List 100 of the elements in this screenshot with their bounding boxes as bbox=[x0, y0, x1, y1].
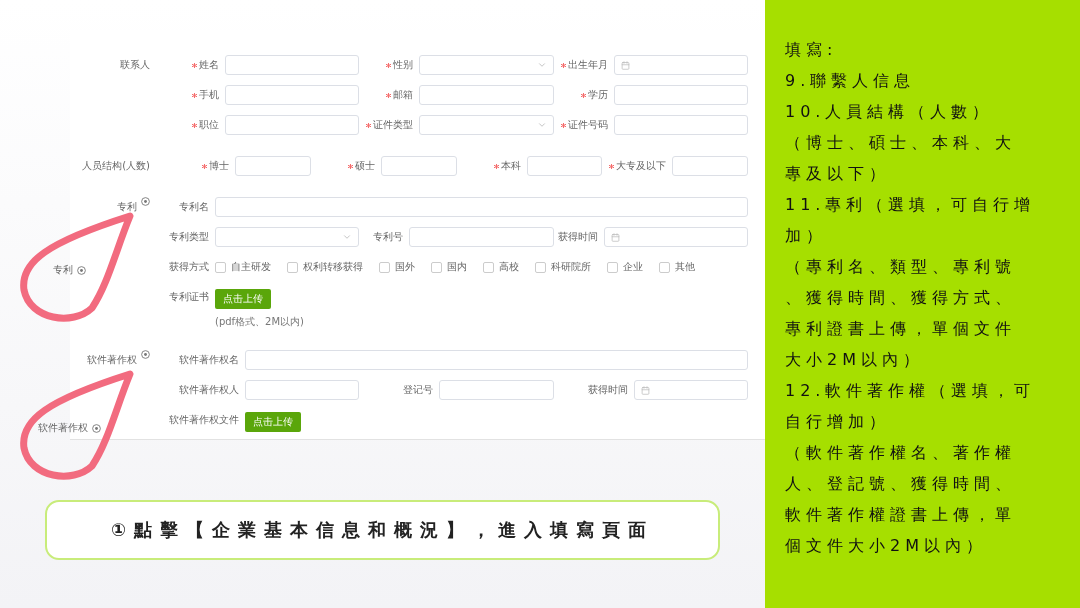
required-mark-icon bbox=[366, 122, 372, 128]
calendar-icon bbox=[620, 60, 630, 70]
select-field[interactable] bbox=[419, 55, 554, 75]
note-line: 填寫: bbox=[785, 39, 839, 61]
circle-dot-icon[interactable] bbox=[141, 197, 150, 206]
checkbox-label: 企业 bbox=[623, 260, 643, 274]
field-label: 专利类型 bbox=[169, 230, 209, 244]
field-label: 博士 bbox=[209, 159, 229, 173]
field-label: 软件著作权名 bbox=[179, 353, 239, 367]
note-line: 9.聯繫人信息 bbox=[785, 70, 917, 92]
field-label: 证件号码 bbox=[567, 118, 608, 132]
checkbox[interactable] bbox=[535, 261, 546, 273]
field-label: 软件著作权人 bbox=[179, 383, 239, 397]
chevron-down-icon bbox=[536, 60, 547, 70]
section-label: 专利 bbox=[117, 200, 137, 214]
required-mark-icon bbox=[609, 163, 615, 169]
chevron-down-icon bbox=[536, 120, 547, 130]
text-field[interactable] bbox=[613, 85, 748, 105]
text-field[interactable] bbox=[613, 115, 748, 135]
checkbox[interactable] bbox=[287, 261, 298, 273]
date-field[interactable] bbox=[603, 227, 748, 247]
instruction-banner: ①點擊【企業基本信息和概況】，進入填寫頁面 bbox=[45, 500, 720, 560]
required-mark-icon bbox=[192, 92, 197, 98]
field-label: 登记号 bbox=[403, 383, 434, 397]
text-field[interactable] bbox=[225, 85, 360, 105]
required-mark-icon bbox=[560, 62, 566, 68]
field-label: 获得时间 bbox=[557, 230, 598, 244]
checkbox-label: 自主研发 bbox=[231, 260, 271, 274]
calendar-icon bbox=[640, 385, 650, 395]
field-label: 软件著作权文件 bbox=[169, 413, 239, 427]
text-field[interactable] bbox=[380, 156, 457, 176]
field-label: 证件类型 bbox=[373, 118, 414, 132]
checkbox[interactable] bbox=[215, 261, 226, 273]
field-label: 专利号 bbox=[373, 230, 404, 244]
date-field[interactable] bbox=[613, 55, 748, 75]
field-label: 手机 bbox=[199, 88, 219, 102]
note-line: （專利名、類型、專利號 bbox=[785, 256, 1017, 278]
circle-dot-icon[interactable] bbox=[141, 350, 150, 359]
section-label: 软件著作权 bbox=[87, 353, 137, 367]
callout-label: 软件著作权 bbox=[37, 421, 88, 435]
text-field[interactable] bbox=[215, 197, 748, 217]
note-line: 、獲得時間、獲得方式、 bbox=[785, 287, 1017, 309]
upload-button[interactable]: 点击上传 bbox=[245, 412, 301, 432]
field-label: 本科 bbox=[500, 159, 521, 173]
format-hint: (pdf格式、2M以内) bbox=[215, 315, 304, 329]
note-line: 個文件大小2M以內） bbox=[785, 535, 988, 557]
required-mark-icon bbox=[347, 163, 353, 169]
text-field[interactable] bbox=[245, 350, 748, 370]
required-mark-icon bbox=[386, 92, 392, 98]
date-field[interactable] bbox=[633, 380, 748, 400]
note-line: 軟件著作權證書上傳，單 bbox=[785, 504, 1017, 526]
text-field[interactable] bbox=[409, 227, 554, 247]
checkbox[interactable] bbox=[379, 261, 390, 273]
select-field[interactable] bbox=[419, 115, 554, 135]
note-line: 專及以下） bbox=[785, 163, 891, 185]
field-label: 学历 bbox=[587, 88, 608, 102]
text-field[interactable] bbox=[526, 156, 603, 176]
checkbox-label: 国内 bbox=[447, 260, 467, 274]
text-field[interactable] bbox=[439, 380, 554, 400]
field-label: 硕士 bbox=[354, 159, 375, 173]
text-field[interactable] bbox=[419, 85, 554, 105]
note-line: （博士、碩士、本科、大 bbox=[785, 132, 1017, 154]
checkbox[interactable] bbox=[431, 261, 442, 273]
checkbox[interactable] bbox=[483, 261, 494, 273]
text-field[interactable] bbox=[672, 156, 748, 176]
field-label: 出生年月 bbox=[567, 58, 608, 72]
section-label: 人员结构(人数) bbox=[82, 159, 150, 173]
circle-dot-icon[interactable] bbox=[91, 423, 101, 433]
required-mark-icon bbox=[386, 62, 392, 68]
circle-dot-icon[interactable] bbox=[76, 265, 86, 275]
note-line: 加） bbox=[785, 225, 828, 247]
text-field[interactable] bbox=[245, 380, 360, 400]
checkbox[interactable] bbox=[659, 261, 670, 273]
field-label: 专利名 bbox=[179, 200, 209, 214]
select-field[interactable] bbox=[215, 227, 360, 247]
field-label: 性别 bbox=[393, 58, 414, 72]
text-field[interactable] bbox=[235, 156, 311, 176]
required-mark-icon bbox=[192, 122, 197, 128]
note-line: 人、登記號、獲得時間、 bbox=[785, 473, 1017, 495]
checkbox-label: 科研院所 bbox=[551, 260, 591, 274]
note-line: 10.人員結構（人數） bbox=[785, 101, 995, 123]
required-mark-icon bbox=[560, 122, 566, 128]
required-mark-icon bbox=[493, 163, 499, 169]
field-label: 获得时间 bbox=[587, 383, 628, 397]
upload-button[interactable]: 点击上传 bbox=[215, 289, 271, 309]
checkbox-label: 权利转移获得 bbox=[303, 260, 363, 274]
text-field[interactable] bbox=[225, 55, 360, 75]
note-line: （軟件著作權名、著作權 bbox=[785, 442, 1017, 464]
checkbox-label: 国外 bbox=[395, 260, 415, 274]
note-line: 專利證書上傳，單個文件 bbox=[785, 318, 1017, 340]
checkbox[interactable] bbox=[607, 261, 618, 273]
field-label: 职位 bbox=[199, 118, 219, 132]
section-label: 联系人 bbox=[120, 58, 150, 72]
note-line: 自行增加） bbox=[785, 411, 891, 433]
chevron-down-icon bbox=[342, 232, 353, 242]
text-field[interactable] bbox=[225, 115, 360, 135]
calendar-icon bbox=[610, 232, 620, 242]
note-line: 11.專利（選填，可自行增 bbox=[785, 194, 1037, 216]
field-label: 邮箱 bbox=[393, 88, 414, 102]
required-mark-icon bbox=[580, 92, 586, 98]
